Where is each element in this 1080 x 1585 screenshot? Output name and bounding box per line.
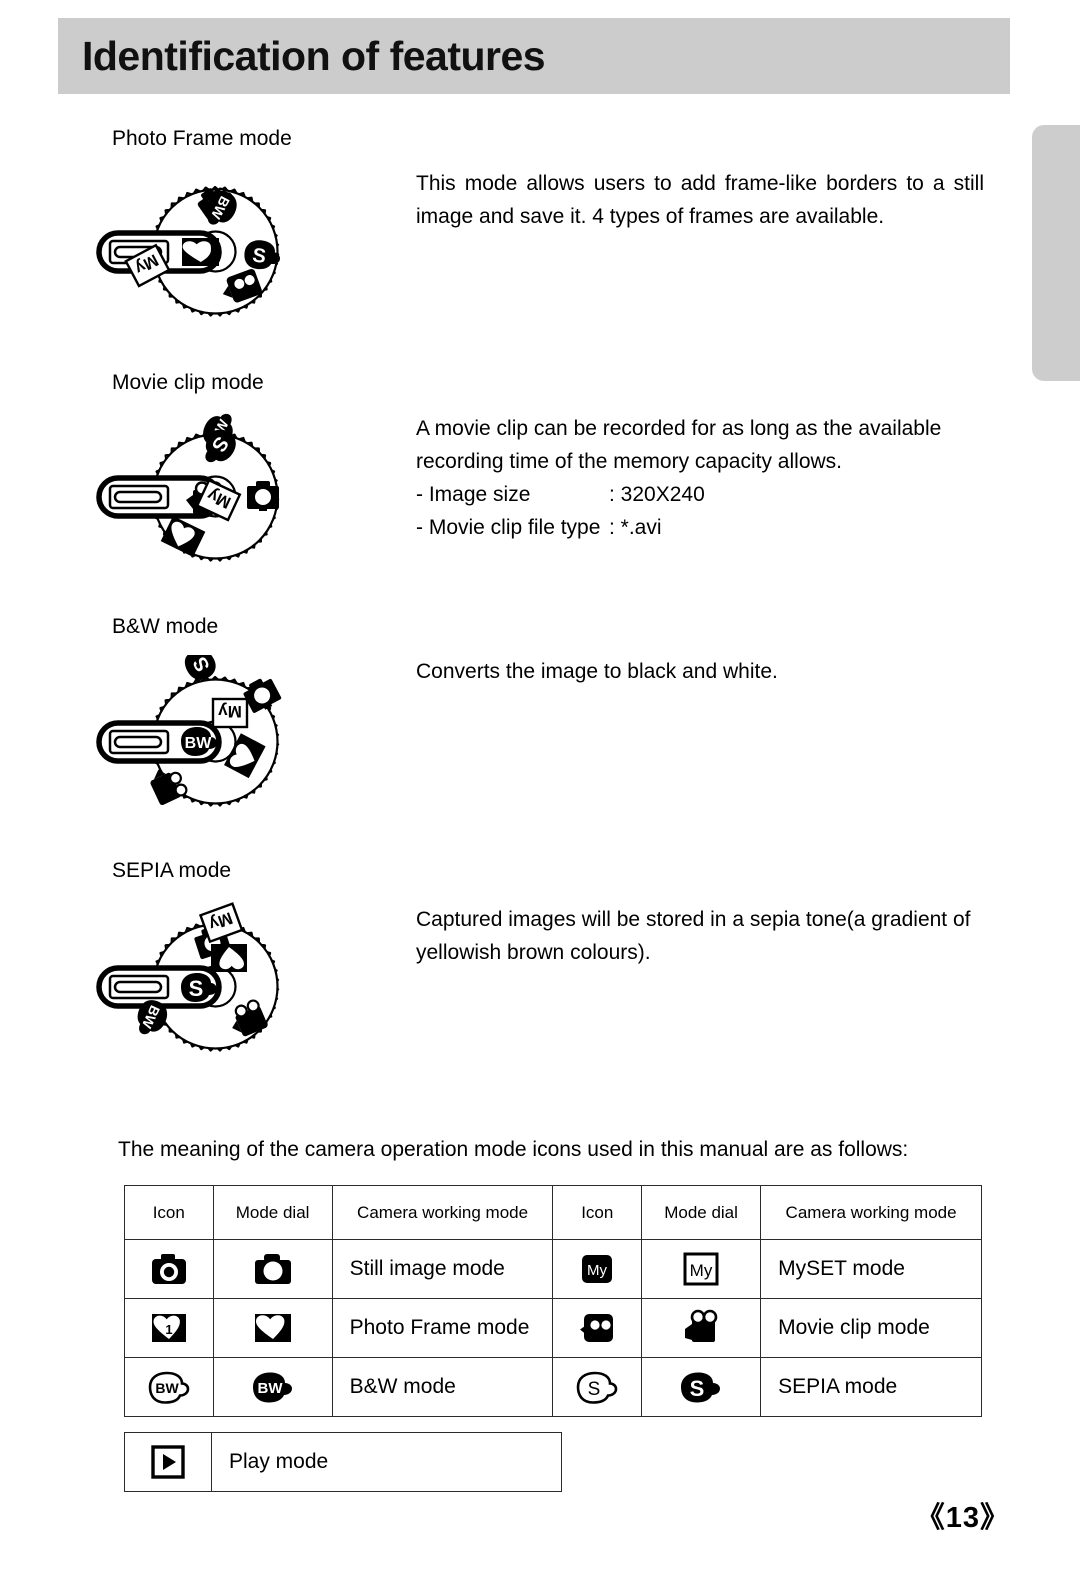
table-row: Still image mode My My MySET mode bbox=[124, 1239, 982, 1299]
spec-image-size-value: : 320X240 bbox=[609, 483, 705, 506]
svg-text:My: My bbox=[218, 702, 242, 721]
cell-dial-movie-clip bbox=[641, 1298, 762, 1358]
section-label-sepia: SEPIA mode bbox=[112, 859, 232, 882]
cell-label-myset: MySET mode bbox=[760, 1239, 982, 1299]
still-image-dial-icon bbox=[254, 1254, 291, 1284]
svg-text:My: My bbox=[690, 1261, 713, 1280]
movie-clip-paragraph: A movie clip can be recorded for as long… bbox=[416, 417, 942, 473]
bw-icon: BW bbox=[148, 1371, 190, 1404]
photo-frame-icon: 1 bbox=[151, 1314, 186, 1342]
mode-dial-bw: BW S My bbox=[95, 644, 335, 840]
spec-image-size: - Image size : 320X240 bbox=[416, 478, 984, 511]
spec-file-type-value: : *.avi bbox=[609, 516, 662, 539]
mode-dial-photo-frame-graphic: BW S My bbox=[96, 185, 281, 317]
mode-dial-photo-frame: BW S My bbox=[95, 165, 335, 350]
cell-icon-still-image bbox=[124, 1239, 214, 1299]
header-dial-right: Mode dial bbox=[641, 1185, 762, 1240]
cell-label-photo-frame: Photo Frame mode bbox=[331, 1298, 554, 1358]
cell-dial-sepia: S bbox=[641, 1357, 762, 1417]
cell-label-still-image: Still image mode bbox=[331, 1239, 554, 1299]
svg-text:S: S bbox=[690, 1376, 705, 1401]
section-label-bw: B&W mode bbox=[112, 615, 219, 638]
mode-icon-table: Icon Mode dial Camera working mode Icon … bbox=[124, 1185, 982, 1417]
myset-icon: My bbox=[582, 1255, 613, 1283]
header-mode-right: Camera working mode bbox=[760, 1185, 982, 1240]
sepia-dial-icon: S bbox=[681, 1372, 721, 1403]
cell-dial-myset: My bbox=[641, 1239, 762, 1299]
photo-frame-dial-icon bbox=[254, 1314, 291, 1342]
cell-label-movie-clip: Movie clip mode bbox=[760, 1298, 982, 1358]
cell-icon-sepia: S bbox=[552, 1357, 643, 1417]
table-intro-text: The meaning of the camera operation mode… bbox=[118, 1138, 909, 1161]
cell-dial-bw: BW bbox=[212, 1357, 333, 1417]
table-row: Play mode bbox=[124, 1432, 562, 1492]
table-row: BW BW B&W mode S S SEPIA mode bbox=[124, 1357, 982, 1417]
section-text-photo-frame: This mode allows users to add frame-like… bbox=[416, 172, 984, 228]
section-label-movie-clip: Movie clip mode bbox=[112, 371, 264, 394]
table-row: 1 Photo Frame mode Movie clip mode bbox=[124, 1298, 982, 1358]
mode-dial-movie-clip-graphic: BW S My bbox=[96, 413, 280, 562]
play-mode-table: Play mode bbox=[124, 1432, 562, 1492]
cell-label-play: Play mode bbox=[211, 1432, 562, 1492]
header-mode-left: Camera working mode bbox=[331, 1185, 554, 1240]
section-edge-tab bbox=[1032, 125, 1080, 381]
page-title: Identification of features bbox=[82, 33, 546, 79]
cell-icon-bw: BW bbox=[124, 1357, 214, 1417]
myset-dial-icon: My bbox=[683, 1252, 719, 1286]
svg-text:S: S bbox=[189, 976, 204, 1001]
sepia-icon: S bbox=[576, 1371, 618, 1404]
cell-icon-photo-frame: 1 bbox=[124, 1298, 214, 1358]
header-icon-right: Icon bbox=[552, 1185, 643, 1240]
svg-text:S: S bbox=[588, 1379, 601, 1400]
svg-text:My: My bbox=[587, 1262, 607, 1279]
svg-text:BW: BW bbox=[257, 1380, 283, 1397]
svg-text:BW: BW bbox=[185, 735, 213, 752]
still-image-icon bbox=[151, 1254, 186, 1284]
dial-icon-photo-frame bbox=[211, 944, 247, 972]
section-text-bw: Converts the image to black and white. bbox=[416, 660, 778, 683]
cell-dial-photo-frame bbox=[212, 1298, 333, 1358]
play-icon bbox=[151, 1445, 185, 1479]
movie-clip-icon bbox=[580, 1314, 614, 1342]
cell-icon-play bbox=[124, 1432, 212, 1492]
bw-dial-icon: BW bbox=[252, 1372, 292, 1403]
section-text-sepia: Captured images will be stored in a sepi… bbox=[416, 908, 971, 964]
spec-file-type: - Movie clip file type : *.avi bbox=[416, 511, 984, 544]
table-header-row: Icon Mode dial Camera working mode Icon … bbox=[124, 1185, 982, 1240]
page-number: 《13》 bbox=[915, 1502, 1010, 1534]
section-text-movie-clip: A movie clip can be recorded for as long… bbox=[416, 412, 984, 544]
cell-label-sepia: SEPIA mode bbox=[760, 1357, 982, 1417]
svg-text:1: 1 bbox=[165, 1322, 172, 1337]
movie-clip-dial-icon bbox=[685, 1309, 718, 1342]
mode-dial-sepia: S My BW bbox=[95, 900, 335, 1085]
cell-label-bw: B&W mode bbox=[331, 1357, 554, 1417]
section-label-photo-frame: Photo Frame mode bbox=[112, 127, 292, 150]
spec-file-type-name: - Movie clip file type bbox=[416, 516, 601, 539]
mode-dial-sepia-graphic: S My BW bbox=[96, 902, 280, 1052]
svg-text:BW: BW bbox=[155, 1380, 179, 1396]
cell-dial-still-image bbox=[212, 1239, 333, 1299]
mode-dial-movie-clip: BW S My bbox=[95, 410, 335, 595]
mode-dial-bw-graphic: BW S My bbox=[96, 644, 282, 807]
spec-image-size-name: - Image size bbox=[416, 483, 531, 506]
dial-icon-photo-frame bbox=[182, 238, 219, 266]
dial-icon-myset: My bbox=[211, 697, 249, 729]
header-dial-left: Mode dial bbox=[212, 1185, 333, 1240]
header-icon-left: Icon bbox=[124, 1185, 214, 1240]
cell-icon-movie-clip bbox=[552, 1298, 643, 1358]
cell-icon-myset: My bbox=[552, 1239, 643, 1299]
